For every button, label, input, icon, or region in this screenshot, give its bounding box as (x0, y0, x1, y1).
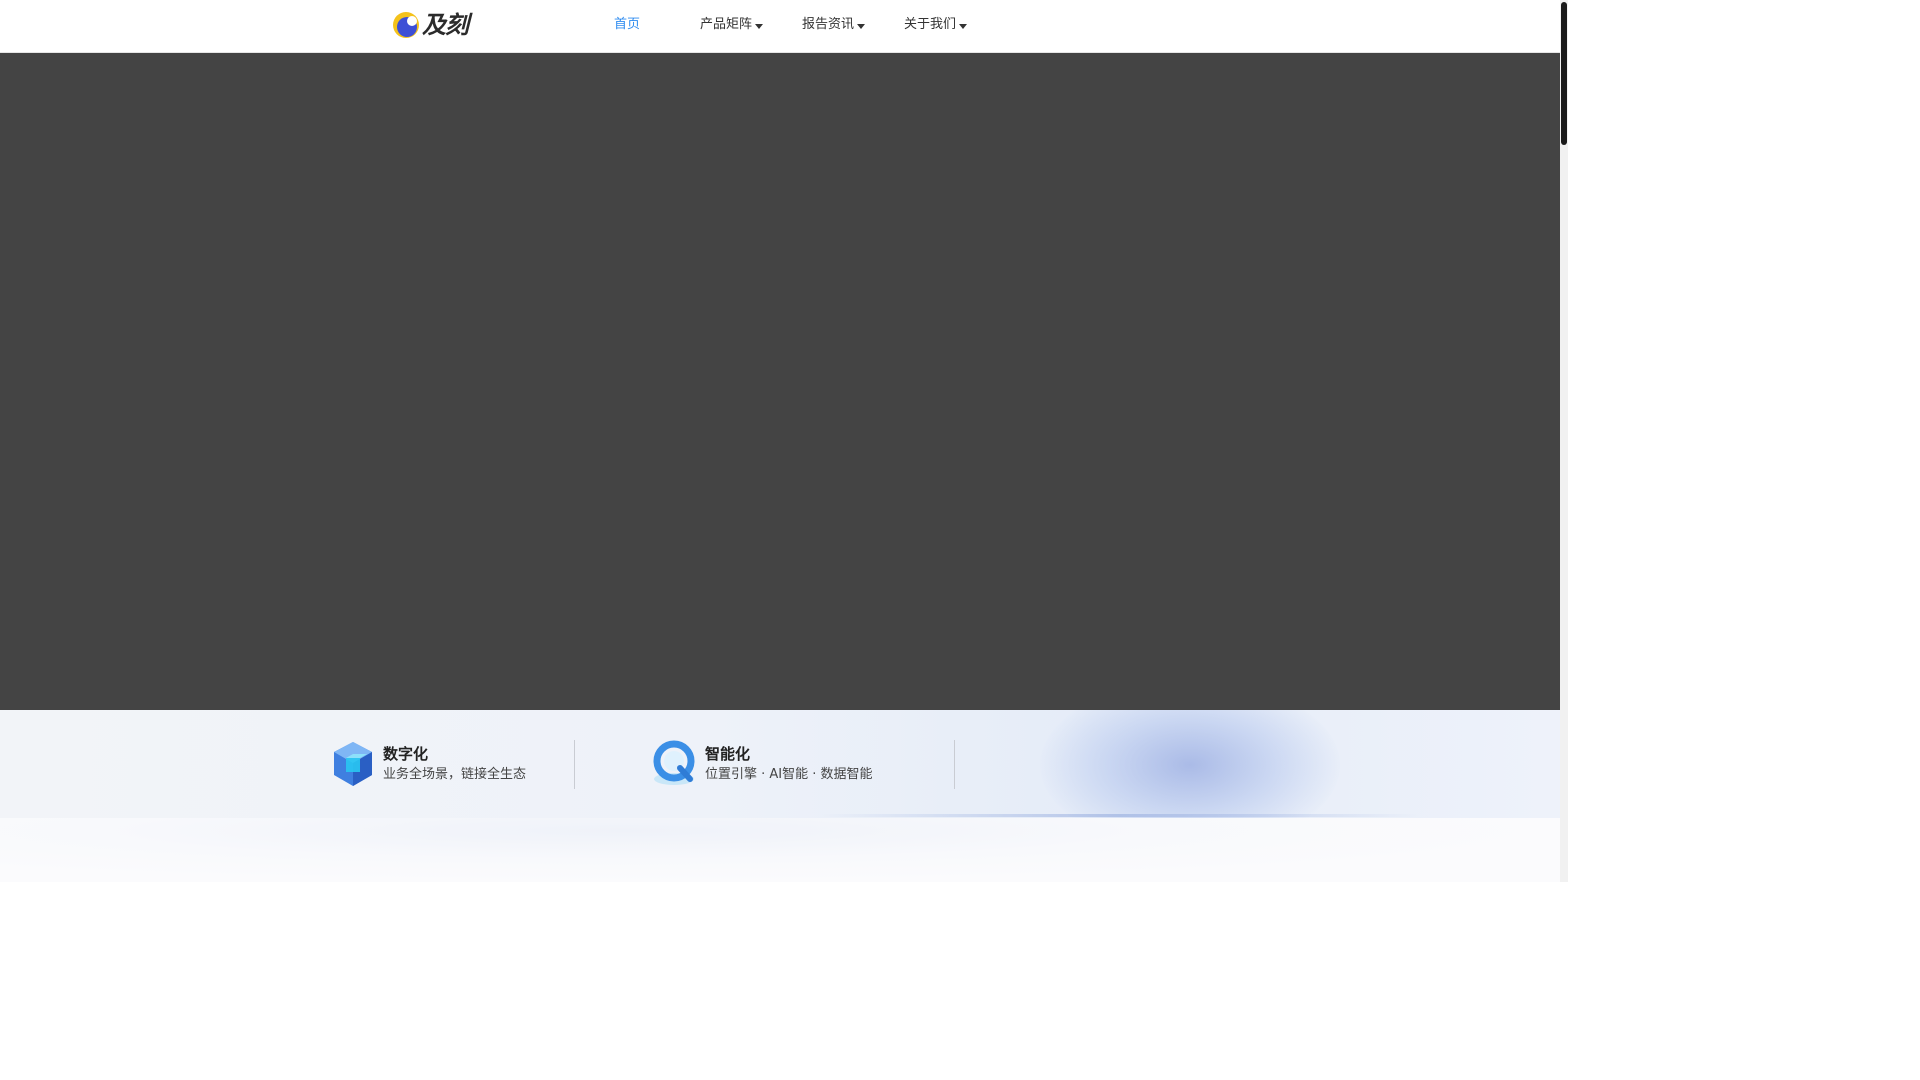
q-search-icon (653, 740, 695, 785)
nav-item-products[interactable]: 产品矩阵 (700, 15, 764, 35)
caret-down-icon (857, 24, 866, 29)
feature-title: 智能化 (705, 744, 751, 763)
nav-item-home[interactable]: 首页 (614, 15, 640, 35)
decorative-line (820, 814, 1420, 817)
next-section (0, 818, 1560, 882)
caret-down-icon (755, 24, 764, 29)
logo-icon (393, 12, 419, 38)
brand-logo[interactable]: 及刻 (392, 8, 476, 42)
nav-item-reports[interactable]: 报告资讯 (802, 15, 866, 35)
hero-banner (0, 53, 1560, 710)
nav-item-label: 产品矩阵 (700, 17, 753, 32)
feature-desc: 位置引擎 · AI智能 · 数据智能 (705, 766, 873, 782)
nav-item-about[interactable]: 关于我们 (904, 15, 968, 35)
top-navbar: 及刻 首页 产品矩阵 报告资讯 关于我们 (0, 0, 1560, 53)
caret-down-icon (959, 24, 968, 29)
feature-digital: 数字化 业务全场景，链接全生态 (330, 738, 526, 790)
nav-item-label: 报告资讯 (802, 17, 855, 32)
divider (954, 740, 955, 789)
cube-icon (334, 742, 372, 786)
decorative-glow (1040, 710, 1340, 818)
nav-item-label: 首页 (614, 17, 641, 32)
feature-band: 数字化 业务全场景，链接全生态 智能化 位置引擎 · AI智能 · 数据智能 (0, 710, 1560, 818)
divider (574, 740, 575, 789)
feature-intelligent: 智能化 位置引擎 · AI智能 · 数据智能 (652, 738, 873, 790)
feature-desc: 业务全场景，链接全生态 (383, 766, 527, 782)
scrollbar-thumb[interactable] (1561, 2, 1567, 145)
feature-title: 数字化 (383, 744, 429, 763)
nav-item-label: 关于我们 (904, 17, 957, 32)
logo-wordmark: 及刻 (422, 11, 469, 39)
